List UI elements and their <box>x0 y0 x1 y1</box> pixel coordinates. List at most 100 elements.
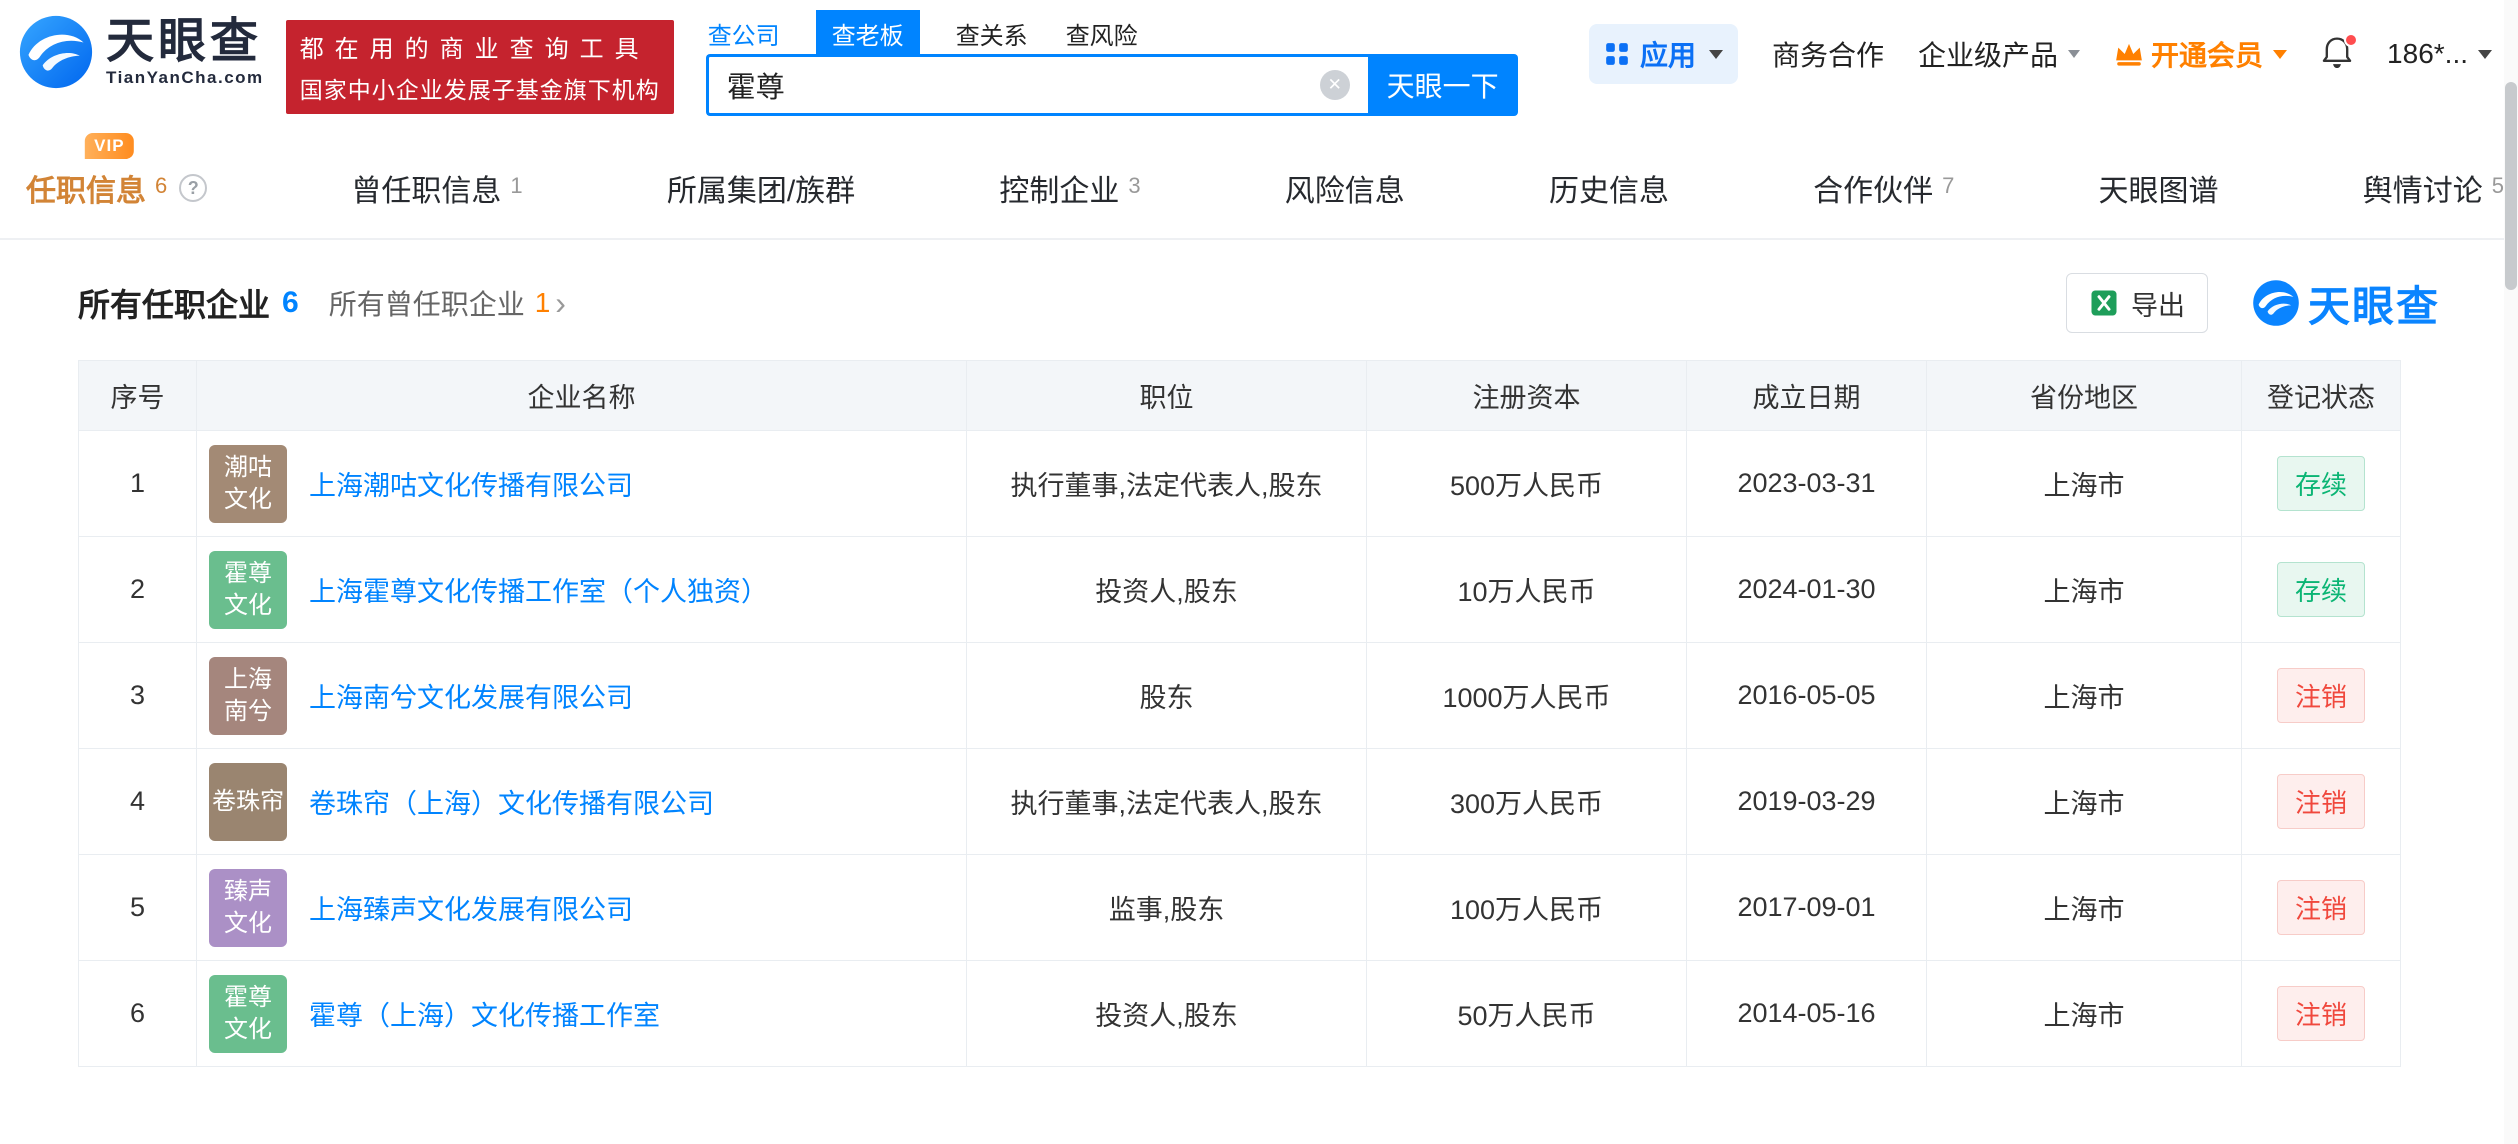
chevron-down-icon <box>2273 50 2287 59</box>
tab-partners[interactable]: 合作伙伴 7 <box>1813 166 1954 210</box>
status-badge: 注销 <box>2277 986 2365 1041</box>
clear-icon[interactable]: ✕ <box>1320 70 1350 100</box>
header-registration-status: 登记状态 <box>2242 361 2401 431</box>
header-region: 省份地区 <box>1927 361 2242 431</box>
tab-controlled-companies[interactable]: 控制企业 3 <box>999 166 1140 210</box>
company-link[interactable]: 上海潮咕文化传播有限公司 <box>309 464 633 503</box>
menu-business-cooperation[interactable]: 商务合作 <box>1772 34 1884 74</box>
status-cell: 注销 <box>2242 749 2401 855</box>
status-cell: 存续 <box>2242 431 2401 537</box>
table-row: 3 上海 南兮 上海南兮文化发展有限公司 股东 1000万人民币 2016-05… <box>79 643 2401 749</box>
scrollbar-thumb[interactable] <box>2505 82 2517 290</box>
tab-label: 天眼图谱 <box>2099 166 2219 210</box>
region-cell: 上海市 <box>1927 431 2242 537</box>
promo-banner-line1: 都在用的商业查询工具 <box>300 29 660 64</box>
region-cell: 上海市 <box>1927 537 2242 643</box>
search-tab-company[interactable]: 查公司 <box>706 12 782 55</box>
tab-count: 6 <box>155 173 167 199</box>
tab-label: 合作伙伴 <box>1813 166 1933 210</box>
menu-enterprise-products[interactable]: 企业级产品 <box>1918 34 2080 74</box>
chevron-down-icon <box>1709 50 1723 59</box>
tab-label: 风险信息 <box>1285 166 1405 210</box>
crown-icon <box>2114 41 2144 67</box>
apps-label: 应用 <box>1640 34 1696 74</box>
chevron-right-icon: › <box>555 287 566 319</box>
status-cell: 注销 <box>2242 961 2401 1067</box>
company-link[interactable]: 霍尊（上海）文化传播工作室 <box>309 994 660 1033</box>
company-avatar: 卷珠帘 <box>209 763 287 841</box>
tab-public-opinion[interactable]: 舆情讨论 5 <box>2363 166 2504 210</box>
founded-cell: 2017-09-01 <box>1687 855 1927 961</box>
position-cell: 投资人,股东 <box>967 537 1367 643</box>
tab-former-employment[interactable]: 曾任职信息 1 <box>351 166 522 210</box>
menu-account-phone[interactable]: 186*... <box>2387 38 2492 70</box>
company-link[interactable]: 卷珠帘（上海）文化传播有限公司 <box>309 782 714 821</box>
apps-menu[interactable]: 应用 <box>1589 24 1738 84</box>
notification-bell[interactable] <box>2321 36 2353 77</box>
export-label: 导出 <box>2131 284 2185 323</box>
tab-graph[interactable]: 天眼图谱 <box>2099 166 2219 210</box>
capital-cell: 500万人民币 <box>1367 431 1687 537</box>
company-avatar: 臻声 文化 <box>209 869 287 947</box>
company-cell: 上海 南兮 上海南兮文化发展有限公司 <box>197 643 967 749</box>
chevron-down-icon <box>2068 50 2080 58</box>
tab-employment-info[interactable]: VIP 任职信息 6 ? <box>26 166 207 210</box>
search-button[interactable]: 天眼一下 <box>1368 54 1518 116</box>
company-avatar: 上海 南兮 <box>209 657 287 735</box>
open-vip-label: 开通会员 <box>2151 34 2263 74</box>
tab-risk-info[interactable]: 风险信息 <box>1285 166 1405 210</box>
tab-group-cluster[interactable]: 所属集团/族群 <box>667 166 855 210</box>
position-cell: 执行董事,法定代表人,股东 <box>967 431 1367 537</box>
table-row: 1 潮咕 文化 上海潮咕文化传播有限公司 执行董事,法定代表人,股东 500万人… <box>79 431 2401 537</box>
table-row: 6 霍尊 文化 霍尊（上海）文化传播工作室 投资人,股东 50万人民币 2014… <box>79 961 2401 1067</box>
table-row: 4 卷珠帘 卷珠帘（上海）文化传播有限公司 执行董事,法定代表人,股东 300万… <box>79 749 2401 855</box>
employment-table: 序号 企业名称 职位 注册资本 成立日期 省份地区 登记状态 1 潮咕 文化 上… <box>78 360 2401 1067</box>
tianyancha-logo[interactable]: 天眼查 TianYanCha.com <box>18 14 264 90</box>
search-input-wrap: ✕ <box>706 54 1368 116</box>
section-title-count: 6 <box>282 286 299 320</box>
company-link[interactable]: 上海霍尊文化传播工作室（个人独资） <box>309 570 768 609</box>
region-cell: 上海市 <box>1927 643 2242 749</box>
search-block: 查公司 查老板 查关系 查风险 ✕ 天眼一下 <box>706 12 1518 116</box>
status-badge: 注销 <box>2277 774 2365 829</box>
search-tab-risk[interactable]: 查风险 <box>1064 12 1140 55</box>
help-icon[interactable]: ? <box>179 174 207 202</box>
header-founded-date: 成立日期 <box>1687 361 1927 431</box>
tab-label: 曾任职信息 <box>351 166 501 210</box>
table-row: 5 臻声 文化 上海臻声文化发展有限公司 监事,股东 100万人民币 2017-… <box>79 855 2401 961</box>
capital-cell: 10万人民币 <box>1367 537 1687 643</box>
section-actions: 导出 天眼查 <box>2066 273 2440 334</box>
company-avatar: 潮咕 文化 <box>209 445 287 523</box>
company-avatar: 霍尊 文化 <box>209 551 287 629</box>
capital-cell: 300万人民币 <box>1367 749 1687 855</box>
page: 天眼查 TianYanCha.com 都在用的商业查询工具 国家中小企业发展子基… <box>0 0 2518 1144</box>
serial-cell: 4 <box>79 749 197 855</box>
company-cell: 霍尊 文化 霍尊（上海）文化传播工作室 <box>197 961 967 1067</box>
serial-cell: 6 <box>79 961 197 1067</box>
promo-banner[interactable]: 都在用的商业查询工具 国家中小企业发展子基金旗下机构 <box>286 20 674 114</box>
company-link[interactable]: 上海臻声文化发展有限公司 <box>309 888 633 927</box>
company-cell: 潮咕 文化 上海潮咕文化传播有限公司 <box>197 431 967 537</box>
status-badge: 注销 <box>2277 880 2365 935</box>
tab-history-info[interactable]: 历史信息 <box>1549 166 1669 210</box>
region-cell: 上海市 <box>1927 749 2242 855</box>
status-cell: 注销 <box>2242 855 2401 961</box>
scrollbar[interactable] <box>2504 0 2518 1144</box>
section-title: 所有任职企业 <box>78 280 270 326</box>
status-badge: 注销 <box>2277 668 2365 723</box>
founded-cell: 2019-03-29 <box>1687 749 1927 855</box>
export-button[interactable]: 导出 <box>2066 273 2208 333</box>
menu-open-vip[interactable]: 开通会员 <box>2114 34 2287 74</box>
search-tab-boss[interactable]: 查老板 <box>816 10 920 57</box>
business-cooperation-label: 商务合作 <box>1772 34 1884 74</box>
former-companies-link[interactable]: 所有曾任职企业 1 › <box>329 283 566 323</box>
company-link[interactable]: 上海南兮文化发展有限公司 <box>309 676 633 715</box>
serial-cell: 2 <box>79 537 197 643</box>
tab-count: 7 <box>1942 173 1954 199</box>
tab-count: 5 <box>2492 173 2504 199</box>
position-cell: 投资人,股东 <box>967 961 1367 1067</box>
search-tab-relation[interactable]: 查关系 <box>954 12 1030 55</box>
company-cell: 臻声 文化 上海臻声文化发展有限公司 <box>197 855 967 961</box>
search-input[interactable] <box>706 54 1368 116</box>
tab-label: 历史信息 <box>1549 166 1669 210</box>
